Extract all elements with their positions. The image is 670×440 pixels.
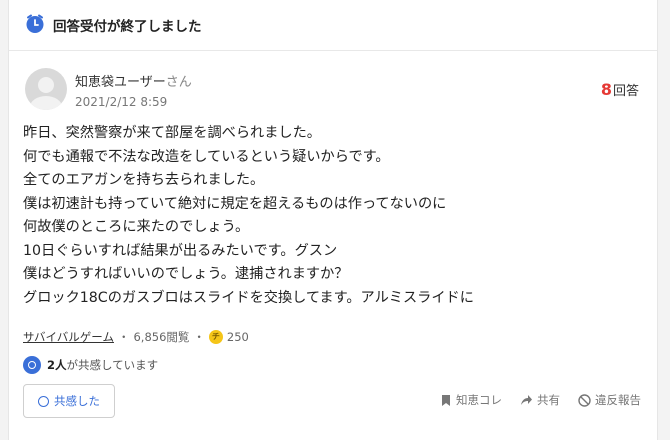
username-honorific: さん <box>165 75 192 90</box>
question-meta: サバイバルゲーム ・ 6,856閲覧 ・ チ 250 <box>23 329 249 345</box>
question-card: 回答受付が終了しました 知恵袋ユーザーさん 2021/2/12 8:59 8回答… <box>8 0 658 440</box>
chiekore-button[interactable]: 知恵コレ <box>440 392 502 408</box>
question-line: 何故僕のところに来たのでしょう。 <box>23 219 250 235</box>
status-banner: 回答受付が終了しました <box>9 0 657 51</box>
report-label: 違反報告 <box>595 393 641 407</box>
report-button[interactable]: 違反報告 <box>578 392 641 408</box>
post-date: 2021/2/12 8:59 <box>75 95 168 109</box>
coin-count: 250 <box>226 330 249 344</box>
clock-icon <box>26 14 44 33</box>
question-line: 何でも通報で不法な改造をしているという疑いからです。 <box>23 148 390 165</box>
question-line: 昨日、突然警察が来て部屋を調べられました。 <box>23 125 321 141</box>
empathy-icon <box>23 356 41 374</box>
share-label: 共有 <box>537 393 560 407</box>
avatar-head <box>38 77 54 93</box>
username[interactable]: 知恵袋ユーザーさん <box>75 71 192 90</box>
answer-count-number: 8 <box>600 80 612 99</box>
coin-icon: チ <box>208 330 223 344</box>
empathy-info: 2人 が共感しています <box>23 356 158 374</box>
answer-count[interactable]: 8回答 <box>601 80 639 99</box>
share-icon <box>521 395 532 405</box>
status-text: 回答受付が終了しました <box>53 19 202 35</box>
question-body: 昨日、突然警察が来て部屋を調べられました。 何でも通報で不法な改造をしているとい… <box>23 122 643 310</box>
empathy-count: 2人 <box>47 358 67 372</box>
bookmark-icon <box>442 394 450 406</box>
empathy-button-label: 共感した <box>54 394 100 408</box>
meta-separator: ・ <box>117 330 130 344</box>
question-line: 全てのエアガンを持ち去られました。 <box>23 172 265 188</box>
avatar-body <box>30 96 62 110</box>
share-button[interactable]: 共有 <box>520 392 560 408</box>
question-line: 10日ぐらいすれば結果が出るみたいです。グスン <box>23 242 338 259</box>
smile-icon <box>38 395 49 407</box>
question-line: 僕は初速計も持っていて絶対に規定を超えるものは作ってないのに <box>23 195 447 212</box>
question-line: 僕はどうすればいいのでしょう。逮捕されますか？ <box>23 266 349 282</box>
answer-count-label: 回答 <box>612 84 639 99</box>
empathy-button[interactable]: 共感した <box>23 384 115 418</box>
report-icon <box>578 393 591 407</box>
page: 回答受付が終了しました 知恵袋ユーザーさん 2021/2/12 8:59 8回答… <box>0 0 670 440</box>
view-count: 6,856閲覧 <box>133 330 190 344</box>
username-text: 知恵袋ユーザー <box>75 75 166 90</box>
meta-separator: ・ <box>193 330 205 344</box>
question-line: グロック18Cのガスブロはスライドを交換してます。アルミスライドに <box>23 289 474 306</box>
empathy-suffix: が共感しています <box>66 358 159 372</box>
category-link[interactable]: サバイバルゲーム <box>23 329 114 345</box>
chiekore-label: 知恵コレ <box>456 393 502 407</box>
action-bar: 知恵コレ 共有 違反報告 <box>422 392 641 408</box>
avatar[interactable] <box>25 68 67 110</box>
